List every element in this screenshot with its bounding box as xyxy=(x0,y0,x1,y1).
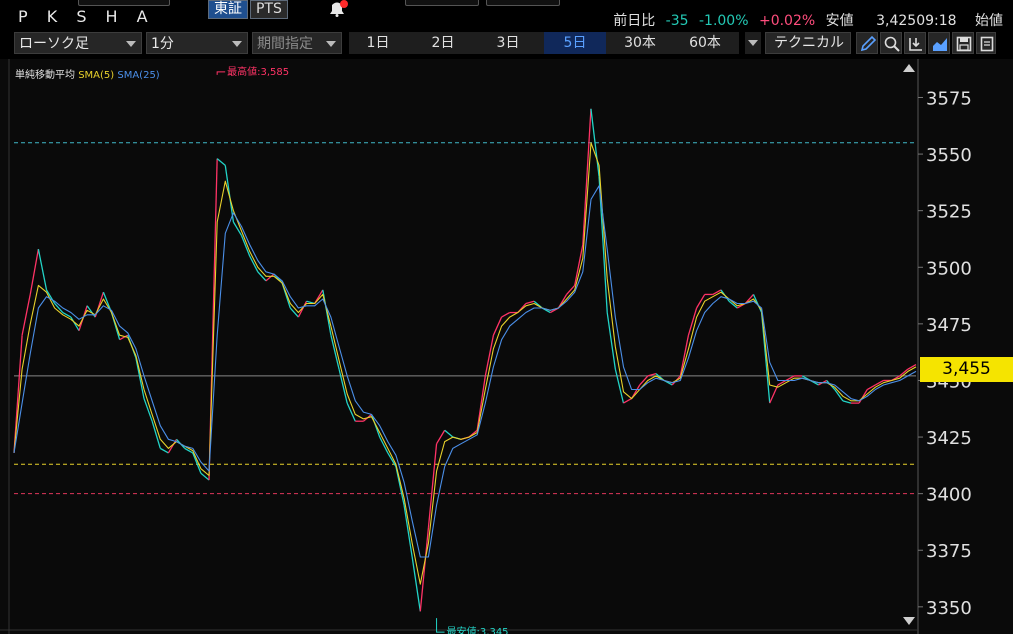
y-tick-label: 3400 xyxy=(926,485,972,506)
legend-sma5: SMA(5) xyxy=(78,70,115,81)
market-tab-pts[interactable]: PTS xyxy=(250,0,288,19)
quote-header: P K S H A 東証 PTS 前日比 -35 -1.00% +0.02% 安… xyxy=(0,0,1013,30)
top-tab-partial[interactable] xyxy=(78,0,170,6)
low-value: 3,425 xyxy=(876,13,917,29)
y-tick-label: 3425 xyxy=(926,428,972,449)
interval-value: 1分 xyxy=(151,36,174,52)
indicator-legend: 単純移動平均 SMA(5) SMA(25) xyxy=(15,66,160,81)
chart-background xyxy=(0,59,1013,634)
annotation-label-0: 最高値:3,585 xyxy=(227,65,289,78)
interval-select[interactable]: 1分 xyxy=(146,32,248,54)
page-icon[interactable] xyxy=(976,32,996,54)
chevron-down-icon xyxy=(232,41,242,47)
ticker-name: P K S H A xyxy=(18,7,155,26)
change-value: -35 xyxy=(665,13,689,29)
chart-type-value: ローソク足 xyxy=(19,36,89,52)
y-tick-label: 3375 xyxy=(926,541,972,562)
technical-button[interactable]: テクニカル xyxy=(765,32,851,54)
period-tabs: 1日 2日 3日 5日 30本 60本 xyxy=(349,32,739,54)
low-label: 安値 xyxy=(825,13,854,29)
save-icon[interactable] xyxy=(952,32,974,54)
period-more-button[interactable] xyxy=(745,32,761,54)
y-tick-label: 3500 xyxy=(926,258,972,279)
y-tick-label: 3525 xyxy=(926,202,972,223)
y-tick-label: 3575 xyxy=(926,88,972,109)
chart-toolbar: ローソク足 1分 期間指定 1日 2日 3日 5日 30本 60本 テクニカル xyxy=(0,30,1013,59)
top-button-partial[interactable] xyxy=(405,0,479,6)
quote-summary: 前日比 -35 -1.00% +0.02% 安値 3,42509:18 始値 xyxy=(607,10,1003,30)
period-tab-1d[interactable]: 1日 xyxy=(349,32,407,54)
legend-sma25: SMA(25) xyxy=(117,70,160,81)
alert-bell-icon[interactable] xyxy=(324,0,350,17)
extra-percent: +0.02% xyxy=(758,13,816,29)
period-tab-5d[interactable]: 5日 xyxy=(544,32,606,54)
pen-icon[interactable] xyxy=(856,32,878,54)
period-tab-3d[interactable]: 3日 xyxy=(479,32,537,54)
price-chart[interactable]: 最高値:3,585最安値:3,345 335033753400342534503… xyxy=(0,59,1013,634)
output-icon[interactable] xyxy=(904,32,926,54)
zoom-icon[interactable] xyxy=(880,32,902,54)
period-tab-30bars[interactable]: 30本 xyxy=(611,32,669,54)
period-tab-2d[interactable]: 2日 xyxy=(414,32,472,54)
y-tick-label: 3550 xyxy=(926,145,972,166)
chart-type-select[interactable]: ローソク足 xyxy=(14,32,142,54)
period-range-select[interactable]: 期間指定 xyxy=(252,32,342,54)
top-button-partial[interactable] xyxy=(486,0,560,6)
chevron-down-icon xyxy=(748,40,758,46)
y-tick-label: 3475 xyxy=(926,315,972,336)
period-range-value: 期間指定 xyxy=(257,36,313,52)
y-tick-label: 3350 xyxy=(926,598,972,619)
open-label: 始値 xyxy=(975,13,1003,29)
chevron-down-icon xyxy=(326,41,336,47)
annotation-label-1: 最安値:3,345 xyxy=(447,625,509,634)
change-percent: -1.00% xyxy=(698,13,749,29)
area-chart-icon[interactable] xyxy=(928,32,950,54)
market-tab-tse[interactable]: 東証 xyxy=(208,0,248,19)
low-time: 09:18 xyxy=(916,13,957,29)
current-price-tag: 3,455 xyxy=(920,357,1013,383)
chevron-down-icon xyxy=(126,41,136,47)
period-tab-60bars[interactable]: 60本 xyxy=(676,32,734,54)
legend-title: 単純移動平均 xyxy=(15,70,75,81)
prev-change-label: 前日比 xyxy=(613,13,656,29)
